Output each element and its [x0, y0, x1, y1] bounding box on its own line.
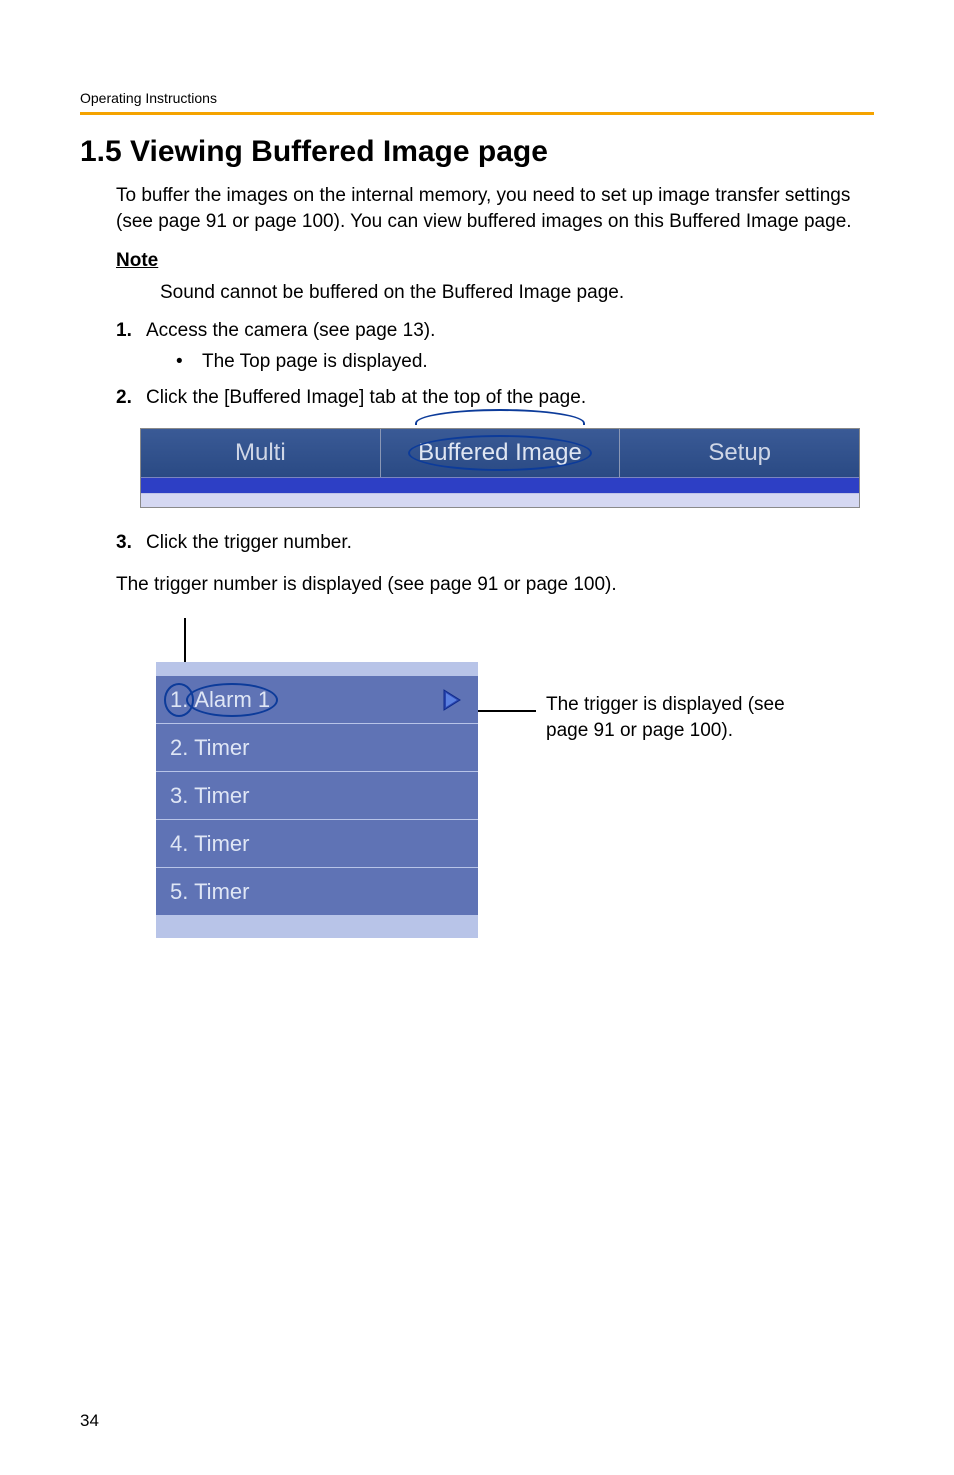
trigger-row-2[interactable]: 2. Timer	[156, 724, 478, 772]
callout-text: The trigger is displayed (see page 91 or…	[546, 662, 806, 743]
trigger-row-4[interactable]: 4. Timer	[156, 820, 478, 868]
tab-label: Multi	[235, 439, 286, 466]
trigger-label: 4. Timer	[170, 831, 249, 857]
tabbar-stripe	[141, 477, 859, 493]
tabbar: Multi Buffered Image Setup	[140, 428, 860, 508]
trigger-label: 2. Timer	[170, 735, 249, 761]
bullet-icon	[176, 349, 202, 375]
step-text: Click the trigger number.	[146, 530, 874, 556]
trigger-row-3[interactable]: 3. Timer	[156, 772, 478, 820]
trigger-row-1[interactable]: 1. Alarm 1	[156, 676, 478, 724]
trigger-label: 3. Timer	[170, 783, 249, 809]
step-number: 2.	[116, 385, 146, 411]
running-header: Operating Instructions	[80, 90, 874, 106]
trigger-figure: 1. Alarm 1 2. Timer 3. Timer	[156, 662, 874, 938]
page-number: 34	[80, 1411, 99, 1431]
step3-description: The trigger number is displayed (see pag…	[116, 574, 874, 596]
tabbar-figure: Multi Buffered Image Setup	[140, 428, 874, 508]
callout-swoop	[415, 409, 585, 425]
step-text: Click the [Buffered Image] tab at the to…	[146, 385, 874, 411]
play-icon[interactable]	[442, 688, 462, 712]
pointer-line	[184, 618, 186, 662]
steps-list-continued: 3. Click the trigger number.	[116, 530, 874, 556]
steps-list: 1. Access the camera (see page 13). The …	[116, 318, 874, 411]
tabbar-base	[141, 493, 859, 507]
step-text: Access the camera (see page 13).	[146, 320, 435, 341]
section-title: 1.5 Viewing Buffered Image page	[80, 135, 874, 169]
header-rule	[80, 112, 874, 115]
step-number: 3.	[116, 530, 146, 556]
step-subtext: The Top page is displayed.	[202, 349, 428, 375]
note-heading: Note	[116, 248, 874, 274]
step-number: 1.	[116, 318, 146, 375]
tab-multi[interactable]: Multi	[141, 429, 381, 477]
tab-setup[interactable]: Setup	[620, 429, 859, 477]
tab-label: Setup	[708, 439, 771, 466]
tab-label: Buffered Image	[418, 439, 582, 466]
tab-buffered-image[interactable]: Buffered Image	[381, 429, 621, 477]
trigger-row-5[interactable]: 5. Timer	[156, 868, 478, 916]
trigger-label: Alarm 1	[194, 687, 270, 712]
note-text: Sound cannot be buffered on the Buffered…	[160, 280, 874, 306]
trigger-number: 1.	[170, 687, 188, 713]
intro-paragraph: To buffer the images on the internal mem…	[116, 183, 874, 234]
trigger-panel: 1. Alarm 1 2. Timer 3. Timer	[156, 662, 478, 938]
callout-leader-line	[478, 710, 536, 712]
trigger-label: 5. Timer	[170, 879, 249, 905]
